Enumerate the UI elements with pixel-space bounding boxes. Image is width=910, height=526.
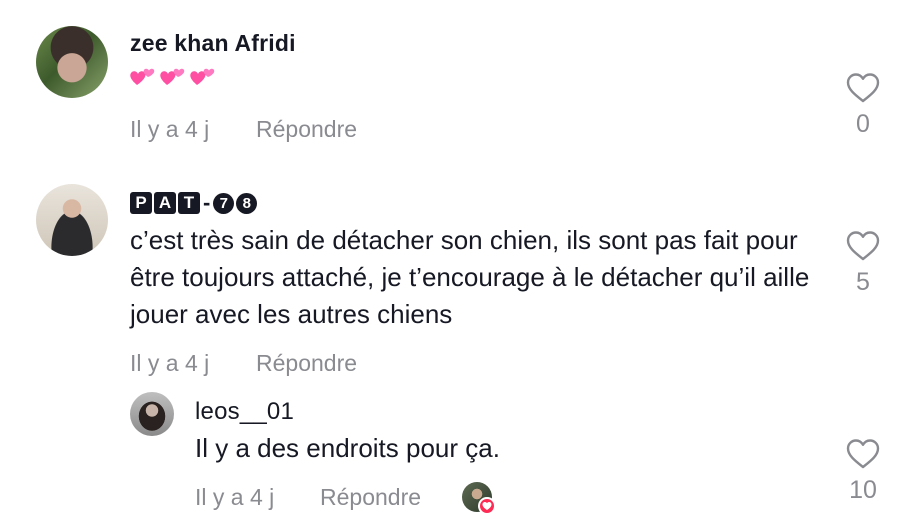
comment-timestamp: Il y a 4 j xyxy=(130,350,210,376)
like-count: 0 xyxy=(856,110,870,138)
comment-timestamp: Il y a 4 j xyxy=(130,116,210,142)
like-count: 5 xyxy=(856,268,870,296)
like-button[interactable]: 0 xyxy=(843,72,883,139)
commenter-avatar[interactable] xyxy=(36,184,108,256)
heart-outline-icon xyxy=(846,73,880,103)
two-hearts-emoji-icon xyxy=(158,62,186,86)
commenter-avatar[interactable] xyxy=(36,26,108,98)
creator-liked-heart-icon xyxy=(478,497,496,515)
like-button[interactable]: 10 xyxy=(843,438,883,505)
comment-username[interactable]: P A T - 7 8 xyxy=(130,190,258,216)
like-count: 10 xyxy=(849,476,877,504)
heart-outline-icon xyxy=(846,439,880,469)
reply-button[interactable]: Répondre xyxy=(256,350,357,377)
two-hearts-emoji-icon xyxy=(128,62,156,86)
two-hearts-emoji-icon xyxy=(188,62,216,86)
heart-outline-icon xyxy=(846,231,880,261)
commenter-avatar[interactable] xyxy=(130,392,174,436)
comment-timestamp: Il y a 4 j xyxy=(195,484,275,510)
like-button[interactable]: 5 xyxy=(843,230,883,297)
comment-text: c’est très sain de détacher son chien, i… xyxy=(130,225,810,329)
comment-text xyxy=(128,62,218,99)
reply-button[interactable]: Répondre xyxy=(320,484,421,511)
reply-button[interactable]: Répondre xyxy=(256,116,357,143)
comment-username[interactable]: leos__01 xyxy=(195,398,294,426)
comment-username[interactable]: zee khan Afridi xyxy=(130,30,296,57)
comment-text: Il y a des endroits pour ça. xyxy=(195,433,500,463)
